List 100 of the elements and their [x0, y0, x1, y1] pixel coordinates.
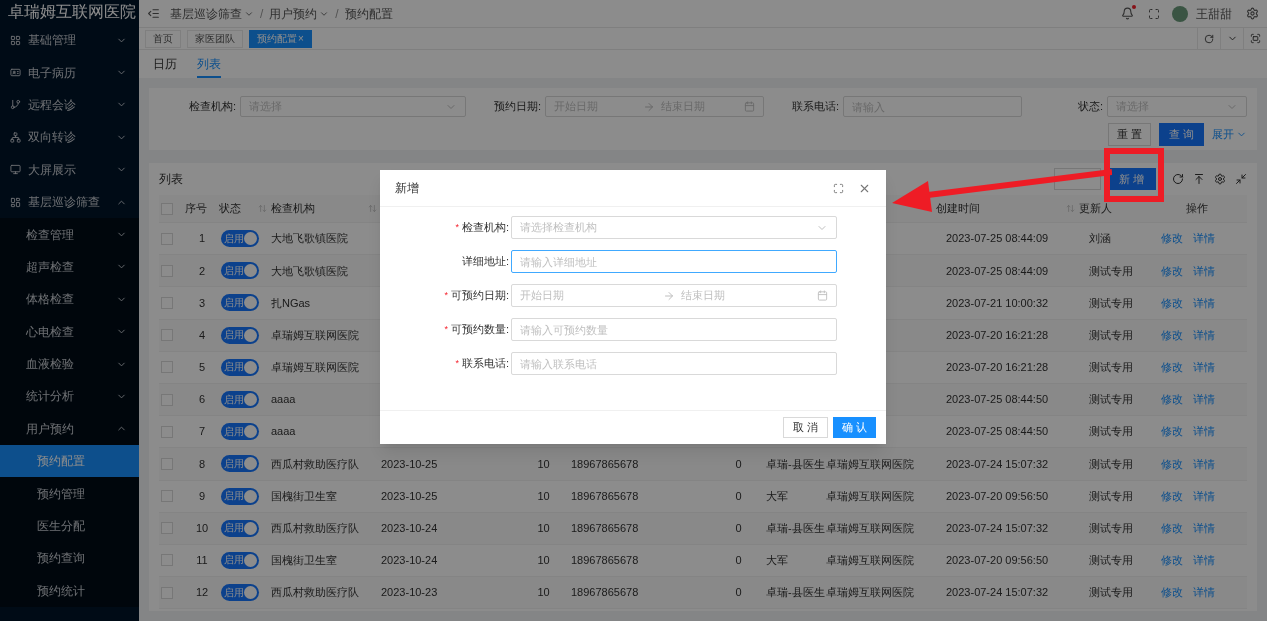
sidebar-item[interactable]: 预约查询 — [0, 542, 139, 575]
status-toggle[interactable]: 启用 — [221, 262, 259, 280]
action-link[interactable]: 修改 — [1161, 423, 1183, 440]
action-link[interactable]: 修改 — [1161, 294, 1183, 312]
status-toggle[interactable]: 启用 — [221, 294, 259, 312]
sidebar-item[interactable]: 预约管理 — [0, 477, 139, 510]
action-link[interactable]: 修改 — [1161, 552, 1183, 569]
status-toggle[interactable]: 启用 — [221, 230, 259, 248]
table-cell: 大地飞歌镇医院 — [271, 232, 348, 245]
action-link[interactable]: 修改 — [1161, 262, 1183, 280]
action-link[interactable]: 详情 — [1193, 552, 1215, 569]
table-cell: 测试专用 — [1089, 586, 1133, 599]
action-link[interactable]: 详情 — [1193, 326, 1215, 344]
sidebar-item[interactable]: 远程会诊 — [0, 88, 139, 122]
table-cell: 10 — [537, 457, 550, 470]
action-link[interactable]: 详情 — [1193, 487, 1215, 505]
table-cell: 测试专用 — [1089, 361, 1133, 374]
status-toggle[interactable]: 启用 — [221, 551, 259, 569]
action-link[interactable]: 修改 — [1161, 391, 1183, 408]
table-cell: 10 — [195, 522, 209, 535]
sidebar-item[interactable]: 电子病历 — [0, 56, 139, 89]
page-tab[interactable]: 首页 — [145, 29, 181, 48]
action-link[interactable]: 详情 — [1193, 359, 1215, 376]
table-cell: 2023-10-24 — [381, 554, 438, 567]
action-link[interactable]: 修改 — [1161, 520, 1183, 537]
confirm-button[interactable]: 确 认 — [832, 417, 876, 438]
breadcrumb-separator: / — [260, 5, 264, 23]
expand-link[interactable]: 展开 — [1212, 126, 1247, 143]
table-title: 列表 — [159, 171, 183, 188]
table-cell: 18967865678 — [571, 554, 639, 567]
status-toggle[interactable]: 启用 — [221, 487, 259, 505]
action-link[interactable]: 详情 — [1193, 391, 1215, 408]
field-label: 联系电话: — [461, 356, 509, 372]
table-cell: 18967865678 — [571, 586, 639, 599]
action-link[interactable]: 详情 — [1193, 262, 1215, 280]
sidebar-item[interactable]: 预约统计 — [0, 574, 139, 608]
page-tab[interactable]: 家医团队 — [187, 29, 243, 48]
table-cell: 0 — [735, 586, 742, 599]
table-cell: 0 — [735, 522, 742, 535]
status-toggle[interactable]: 启用 — [221, 423, 259, 441]
table-cell: 卓瑞-县医生 — [766, 457, 825, 470]
action-link[interactable]: 修改 — [1161, 487, 1183, 505]
breadcrumb-item[interactable]: 用户预约 — [269, 4, 330, 23]
action-link[interactable]: 详情 — [1193, 584, 1215, 601]
sidebar-item[interactable]: 体格检查 — [0, 283, 139, 316]
reset-button[interactable]: 重 置 — [1107, 123, 1151, 146]
action-link[interactable]: 修改 — [1161, 326, 1183, 344]
action-link[interactable]: 详情 — [1193, 423, 1215, 440]
action-link[interactable]: 修改 — [1161, 584, 1183, 601]
view-tab[interactable]: 列表 — [197, 52, 221, 78]
status-toggle[interactable]: 启用 — [221, 455, 259, 473]
table-cell: 2023-07-20 09:56:50 — [946, 489, 1049, 502]
cancel-button[interactable]: 取 消 — [782, 417, 828, 438]
table-cell: 7 — [198, 425, 206, 438]
table-cell: 9 — [198, 489, 206, 502]
breadcrumb-item[interactable]: 预约配置 — [344, 4, 393, 23]
status-toggle[interactable]: 启用 — [221, 519, 259, 537]
table-cell: 18967865678 — [571, 489, 639, 502]
table-cell: 测试专用 — [1089, 489, 1133, 502]
sidebar-item[interactable]: 血液检验 — [0, 347, 139, 381]
table-cell: 国槐街卫生室 — [271, 554, 337, 567]
status-toggle[interactable]: 启用 — [221, 326, 259, 344]
view-tab[interactable]: 日历 — [153, 52, 177, 78]
action-link[interactable]: 详情 — [1193, 294, 1215, 312]
breadcrumb-item[interactable]: 基层巡诊筛查 — [170, 4, 254, 23]
table-cell: 测试专用 — [1089, 457, 1133, 470]
sidebar-item[interactable]: 双向转诊 — [0, 121, 139, 154]
action-link[interactable]: 修改 — [1161, 455, 1183, 473]
sidebar-item[interactable]: 大屏展示 — [0, 153, 139, 186]
sidebar-item[interactable]: 基层巡诊筛查 — [0, 185, 139, 219]
status-toggle[interactable]: 启用 — [221, 358, 259, 376]
status-toggle[interactable]: 启用 — [221, 584, 259, 602]
table-cell: 5 — [198, 361, 206, 374]
action-link[interactable]: 详情 — [1193, 230, 1215, 247]
select-field[interactable]: 请选择检查机构 — [511, 216, 837, 239]
table-cell: aaaa — [271, 393, 296, 406]
search-button[interactable]: 查 询 — [1158, 123, 1204, 146]
field-label: 检查机构: — [461, 220, 509, 236]
table-cell: 2023-10-24 — [381, 522, 438, 535]
sidebar-item[interactable]: 统计分析 — [0, 380, 139, 413]
sidebar-item[interactable]: 用户预约 — [0, 412, 139, 446]
action-link[interactable]: 详情 — [1193, 455, 1215, 473]
table-cell: aaaa — [271, 425, 296, 438]
status-toggle[interactable]: 启用 — [221, 391, 259, 409]
action-link[interactable]: 详情 — [1193, 520, 1215, 537]
sidebar-item[interactable]: 预约配置 — [0, 445, 139, 478]
table-cell: 卓瑞姆互联网医院 — [826, 554, 914, 567]
filter-label: 状态: — [1078, 99, 1104, 115]
sidebar-item[interactable]: 心电检查 — [0, 315, 139, 348]
table-cell: 大地飞歌镇医院 — [271, 264, 348, 277]
page-tab[interactable]: 预约配置× — [249, 29, 312, 48]
table-cell: 测试专用 — [1089, 328, 1133, 341]
sidebar-item[interactable]: 超声检查 — [0, 250, 139, 284]
sidebar-item[interactable]: 医生分配 — [0, 509, 139, 543]
close-tab-icon[interactable]: × — [298, 31, 304, 46]
sidebar-item[interactable]: 基础管理 — [0, 24, 139, 57]
action-link[interactable]: 修改 — [1161, 359, 1183, 376]
user-name[interactable]: 王甜甜 — [1196, 4, 1232, 23]
sidebar-item[interactable]: 检查管理 — [0, 218, 139, 251]
action-link[interactable]: 修改 — [1161, 230, 1183, 247]
